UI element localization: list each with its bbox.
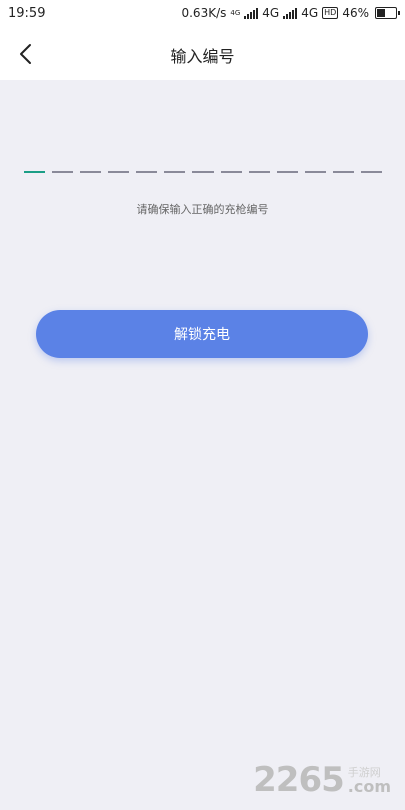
hint-text: 请确保输入正确的充枪编号	[136, 203, 269, 216]
watermark-com: .com	[347, 777, 391, 796]
battery-icon	[375, 7, 400, 19]
page-title: 输入编号	[170, 47, 235, 66]
battery-percent: 46%	[342, 6, 369, 20]
code-slot	[276, 171, 298, 173]
network-type-2: 4G	[301, 6, 319, 20]
code-slot	[192, 171, 214, 173]
status-right: 0.63K/s 4G 4G 4G HD 46%	[181, 6, 400, 20]
status-time: 19:59	[8, 6, 46, 21]
code-slot	[332, 171, 354, 173]
code-slot	[304, 171, 326, 173]
code-slot	[24, 171, 46, 173]
nav-bar: 输入编号	[0, 28, 405, 80]
watermark-text: 手游网 .com	[347, 766, 391, 796]
code-slot	[360, 171, 383, 173]
network-type-1: 4G	[262, 6, 280, 20]
watermark-number: 2265	[253, 760, 345, 800]
watermark: 2265 手游网 .com	[253, 760, 391, 800]
network-speed: 0.63K/s	[181, 6, 227, 20]
battery-fill	[377, 9, 386, 17]
hd-icon: HD	[322, 7, 339, 19]
code-input[interactable]	[24, 168, 383, 176]
code-slot	[136, 171, 158, 173]
code-slot	[52, 171, 74, 173]
code-slot	[164, 171, 186, 173]
signal-icon	[244, 7, 259, 19]
code-slot	[220, 171, 242, 173]
code-slot	[80, 171, 102, 173]
unlock-charge-button[interactable]: 解锁充电	[36, 310, 368, 358]
code-slot	[248, 171, 270, 173]
code-slot	[108, 171, 130, 173]
mini-4g-label: 4G	[230, 8, 241, 17]
signal-icon-2	[283, 7, 298, 19]
status-bar: 19:59 0.63K/s 4G 4G 4G HD 46%	[0, 0, 405, 28]
